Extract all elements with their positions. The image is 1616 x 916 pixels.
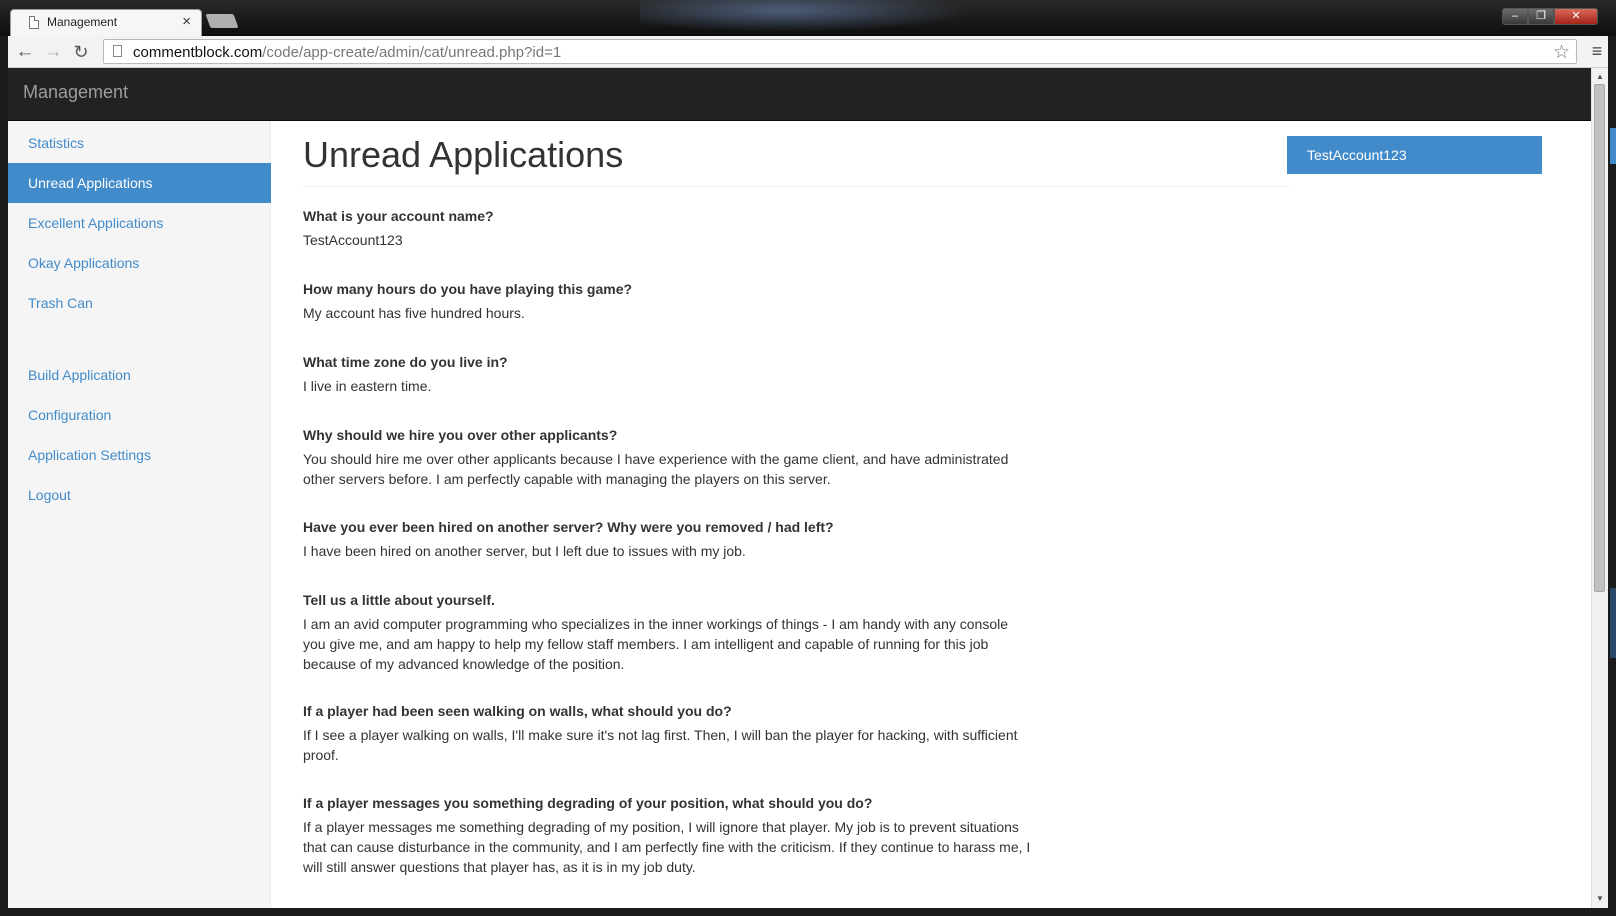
question-text: Tell us a little about yourself.: [303, 592, 495, 608]
question-text: What time zone do you live in?: [303, 354, 508, 370]
answer-text: My account has five hundred hours.: [303, 305, 525, 321]
page-title: Unread Applications: [303, 133, 1289, 187]
browser-toolbar: ← → ↻ commentblock.com/code/app-create/a…: [8, 36, 1608, 68]
url-path: /code/app-create/admin/cat/unread.php?id…: [262, 44, 562, 61]
window-frame-right: [1608, 36, 1616, 916]
answer-text: I have been hired on another server, but…: [303, 543, 746, 559]
sidebar-item-application-settings[interactable]: Application Settings: [8, 435, 271, 475]
scroll-up-arrow-icon[interactable]: ▲: [1592, 70, 1608, 84]
browser-window: Management × ‒ ❐ ✕ ← → ↻ commentblock.co…: [0, 0, 1616, 916]
sidebar-item-okay-applications[interactable]: Okay Applications: [8, 243, 271, 283]
applicant-item[interactable]: TestAccount123: [1287, 136, 1542, 174]
qa-block: Have you ever been hired on another serv…: [303, 517, 1033, 561]
sidebar-item-configuration[interactable]: Configuration: [8, 395, 271, 435]
window-close-button[interactable]: ✕: [1554, 8, 1598, 25]
navbar-brand[interactable]: Management: [23, 82, 128, 103]
sidebar-item-excellent-applications[interactable]: Excellent Applications: [8, 203, 271, 243]
titlebar-background: [640, 0, 1000, 36]
answer-text: TestAccount123: [303, 232, 403, 248]
sidebar-item-statistics[interactable]: Statistics: [8, 123, 271, 163]
address-bar[interactable]: commentblock.com/code/app-create/admin/c…: [103, 39, 1577, 64]
answer-text: If I see a player walking on walls, I'll…: [303, 727, 1018, 763]
question-text: What is your account name?: [303, 208, 494, 224]
page-favicon-icon: [29, 16, 39, 29]
top-navbar: Management: [8, 68, 1591, 121]
back-arrow-icon[interactable]: ←: [14, 41, 36, 63]
background-window-edge: [1610, 128, 1616, 164]
answer-text: If a player messages me something degrad…: [303, 819, 1031, 875]
applicant-list: TestAccount123: [1287, 136, 1542, 174]
forward-arrow-icon[interactable]: →: [42, 41, 64, 63]
answer-text: I live in eastern time.: [303, 378, 432, 394]
answer-text: You should hire me over other applicants…: [303, 451, 1009, 487]
sidebar-item-logout[interactable]: Logout: [8, 475, 271, 515]
sidebar-item-build-application[interactable]: Build Application: [8, 355, 271, 395]
sidebar-tools-nav: Build Application Configuration Applicat…: [8, 355, 271, 515]
qa-block: If a player messages you something degra…: [303, 793, 1033, 877]
answer-text: I am an avid computer programming who sp…: [303, 616, 1009, 672]
address-url[interactable]: commentblock.com/code/app-create/admin/c…: [133, 44, 561, 61]
scroll-down-arrow-icon[interactable]: ▼: [1592, 892, 1608, 906]
bookmark-star-icon[interactable]: ☆: [1553, 41, 1570, 64]
url-host: commentblock.com: [133, 44, 263, 61]
qa-block: Why should we hire you over other applic…: [303, 425, 1033, 489]
sidebar-item-trash-can[interactable]: Trash Can: [8, 283, 271, 323]
qa-block: How many hours do you have playing this …: [303, 279, 1033, 323]
qa-block: What is your account name? TestAccount12…: [303, 206, 1033, 250]
question-text: If a player had been seen walking on wal…: [303, 703, 732, 719]
sidebar: Statistics Unread Applications Excellent…: [8, 121, 271, 908]
reload-icon[interactable]: ↻: [70, 41, 92, 63]
browser-menu-icon[interactable]: ≡: [1588, 42, 1606, 60]
qa-block: Tell us a little about yourself. I am an…: [303, 590, 1033, 674]
sidebar-main-nav: Statistics Unread Applications Excellent…: [8, 123, 271, 323]
window-frame-left: [0, 36, 8, 916]
window-minimize-button[interactable]: ‒: [1502, 8, 1528, 25]
sidebar-item-unread-applications[interactable]: Unread Applications: [8, 163, 271, 203]
tab-strip: Management × ‒ ❐ ✕: [0, 0, 1616, 36]
background-window-edge: [1610, 588, 1616, 658]
tab-close-icon[interactable]: ×: [182, 13, 191, 30]
page-viewport: Management Statistics Unread Application…: [8, 68, 1591, 908]
new-tab-button[interactable]: [205, 14, 239, 28]
qa-block: What time zone do you live in? I live in…: [303, 352, 1033, 396]
browser-tab[interactable]: Management ×: [10, 9, 202, 36]
scrollbar-thumb[interactable]: [1594, 84, 1605, 592]
tab-title: Management: [47, 15, 118, 29]
page-icon: [113, 45, 122, 57]
question-text: Why should we hire you over other applic…: [303, 427, 618, 443]
window-maximize-button[interactable]: ❐: [1528, 8, 1554, 25]
question-text: How many hours do you have playing this …: [303, 281, 633, 297]
question-text: Have you ever been hired on another serv…: [303, 519, 834, 535]
qa-block: If a player had been seen walking on wal…: [303, 701, 1033, 765]
question-text: If a player messages you something degra…: [303, 795, 873, 811]
vertical-scrollbar[interactable]: ▲ ▼: [1591, 68, 1608, 908]
